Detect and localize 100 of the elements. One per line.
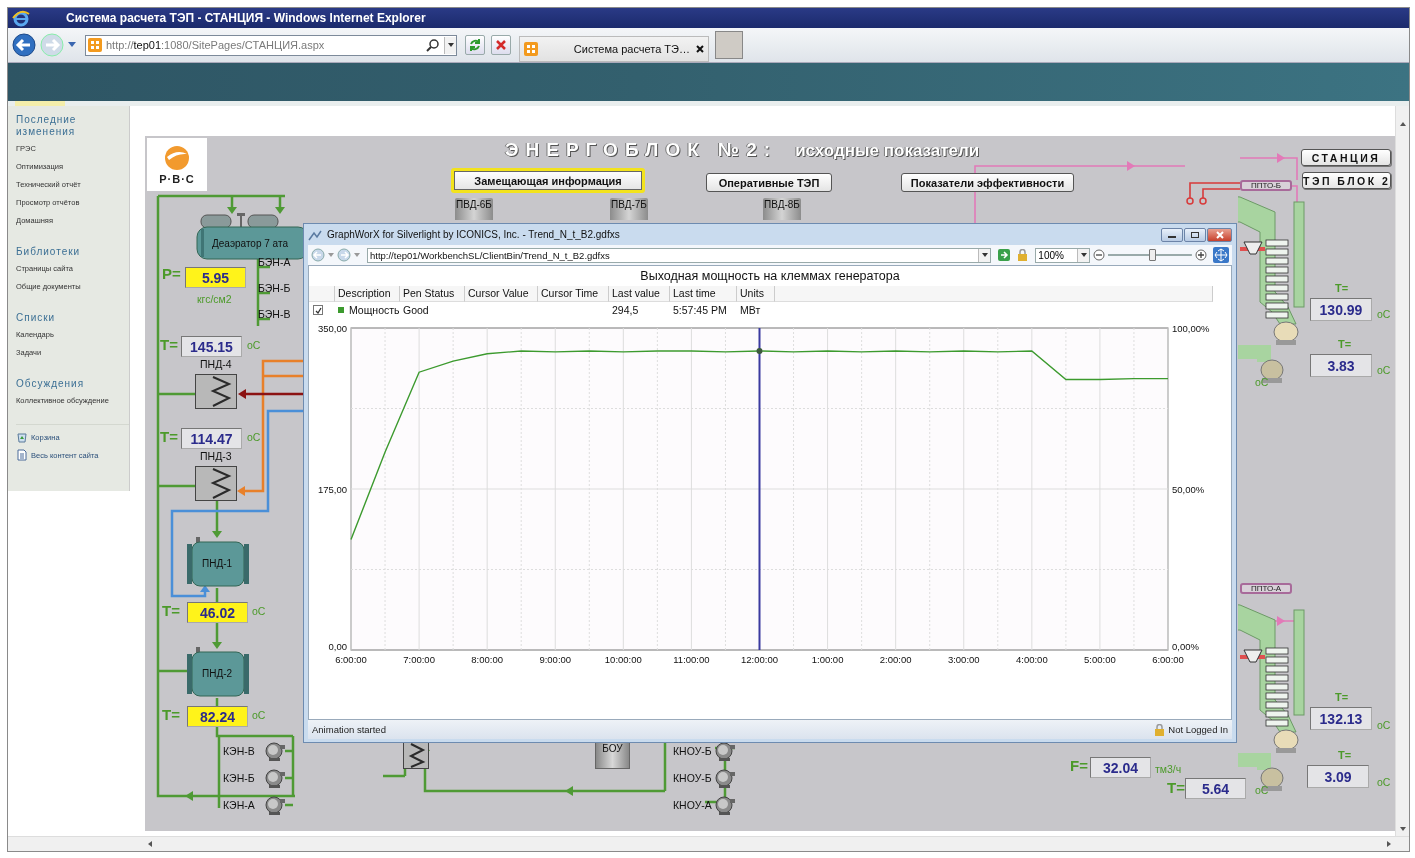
flow-arrow-icon — [212, 531, 222, 538]
zoom-out-icon[interactable] — [1093, 249, 1106, 261]
value-display: 3.83 — [1310, 354, 1372, 377]
go-icon[interactable] — [998, 249, 1011, 261]
nav-button[interactable]: Показатели эффективности — [901, 173, 1074, 192]
scroll-down-icon[interactable] — [1398, 825, 1407, 833]
close-icon[interactable] — [696, 45, 704, 53]
column-header[interactable]: Last time — [670, 286, 737, 302]
close-button[interactable] — [1207, 227, 1232, 242]
column-header[interactable]: Description — [335, 286, 400, 302]
table-cell-text: Мощность — [349, 303, 400, 318]
refresh-icon — [468, 38, 482, 52]
nav-button[interactable]: ТЭП БЛОК 2 — [1302, 172, 1391, 189]
axis-tick-label: 3:00:00 — [947, 654, 980, 665]
slider-thumb[interactable] — [1148, 249, 1156, 261]
axis-tick-label: 5:00:00 — [1084, 654, 1116, 665]
lock-icon — [1154, 723, 1166, 736]
unit-label: оС — [252, 709, 266, 721]
unit-label: оС — [1377, 776, 1391, 788]
maximize-icon — [1190, 230, 1200, 239]
checkbox[interactable] — [313, 305, 323, 315]
dropdown-button[interactable] — [1077, 248, 1090, 262]
zoom-in-icon[interactable] — [1195, 249, 1207, 261]
equipment-label: ПНД-3 — [200, 450, 232, 462]
recycle-bin-icon — [16, 431, 28, 443]
column-header[interactable]: Pen Status — [400, 286, 465, 302]
axis-tick-label: 12:00:00 — [741, 654, 778, 665]
section-heading: Библиотеки — [16, 246, 82, 258]
tab-highlight — [15, 101, 65, 106]
nav-button[interactable]: Замещающая информация — [451, 168, 645, 193]
browser-tab[interactable]: Система расчета ТЭ… — [519, 36, 709, 62]
dropdown-caret-icon[interactable] — [67, 41, 77, 49]
value-display: 130.99 — [1310, 298, 1372, 321]
minimize-button[interactable] — [1161, 227, 1183, 242]
axis-tick-label: 7:00:00 — [403, 654, 435, 665]
equipment-label: ПНД-4 — [200, 358, 232, 370]
flow-arrow-icon — [1277, 616, 1285, 626]
equipment-label: КНОУ-А — [673, 799, 712, 811]
heat-exchanger-icon — [403, 742, 429, 769]
vessel-label: ПВД-6Б — [455, 198, 493, 220]
column-header[interactable]: Last value — [609, 286, 670, 302]
nav-button[interactable]: Оперативные ТЭП — [706, 173, 832, 192]
refresh-button[interactable] — [465, 35, 485, 55]
axis-tick-label: 6:00:00 — [1152, 654, 1184, 665]
zoom-field[interactable]: 100% — [1035, 247, 1091, 263]
maximize-button[interactable] — [1184, 227, 1206, 242]
vertical-scrollbar[interactable] — [1395, 106, 1409, 836]
zoom-value: 100% — [1037, 249, 1065, 261]
equipment-label: ПНД-1 — [202, 558, 233, 569]
address-text: http://tep01/WorkbenchSL/ClientBin/Trend_N_t_B2.gdfxs — [369, 249, 611, 261]
scroll-up-icon[interactable] — [1398, 120, 1407, 128]
nav-button[interactable]: СТАНЦИЯ — [1301, 149, 1391, 166]
cursor-line[interactable] — [756, 327, 763, 651]
address-field[interactable]: http://tep01/WorkbenchSL/ClientBin/Trend_N_t_B2.gdfxs — [367, 247, 992, 263]
document-icon — [16, 449, 28, 461]
dropdown-button[interactable] — [444, 36, 456, 54]
reading-label: T= — [1335, 282, 1349, 294]
heater-drawing — [187, 536, 249, 590]
caret-icon — [446, 41, 455, 49]
logo-emblem-icon — [164, 144, 190, 171]
window-title: GraphWorX for Silverlight by ICONICS, Inc. - Trend_N_t_B2.gdfxs — [327, 229, 621, 240]
dropdown-button[interactable] — [978, 248, 991, 262]
column-header[interactable]: Units — [737, 286, 775, 302]
horizontal-scrollbar[interactable] — [8, 836, 1409, 851]
scroll-left-icon[interactable] — [146, 840, 154, 848]
unit-label: оС — [252, 605, 266, 617]
section-heading: Списки — [16, 312, 57, 324]
pump-icon — [265, 742, 285, 761]
app-icon — [308, 228, 322, 241]
table-cell-text: Good — [402, 303, 430, 318]
scroll-right-icon[interactable] — [1385, 840, 1393, 848]
reading-label: T= — [162, 706, 180, 723]
value-display: 3.09 — [1307, 765, 1369, 788]
reading-label: T= — [160, 428, 178, 445]
axis-tick-label: 50,00% — [1172, 484, 1205, 495]
reading-label: P= — [162, 265, 181, 282]
equipment-label: КНОУ-Б — [673, 745, 712, 757]
axis-tick-label: 350,00 — [317, 323, 347, 334]
window-title: Система расчета ТЭП - СТАНЦИЯ - Windows Internet Explorer — [66, 11, 426, 25]
value-display: 5.95 — [185, 267, 246, 288]
equipment-label: КЭН-Б — [223, 772, 255, 784]
unit-label: оС — [1377, 719, 1391, 731]
axis-tick-label: 11:00:00 — [673, 654, 710, 665]
equipment-label: БЭН-В — [258, 308, 291, 320]
search-icon[interactable] — [426, 38, 440, 52]
column-header[interactable]: Cursor Value — [465, 286, 538, 302]
axis-tick-label: 100,00% — [1172, 323, 1210, 334]
lock-icon — [1017, 249, 1029, 261]
unit-label: оС — [1255, 784, 1269, 796]
back-button[interactable] — [11, 32, 37, 58]
fit-screen-icon[interactable] — [1213, 247, 1229, 263]
reading-label: T= — [1335, 691, 1349, 703]
stop-button[interactable] — [491, 35, 511, 55]
address-text: http://tep01:1080/SitePages/СТАНЦИЯ.aspx — [106, 39, 326, 51]
axis-tick-label: 4:00:00 — [1016, 654, 1048, 665]
stop-icon — [495, 39, 507, 51]
address-field[interactable]: http://tep01:1080/SitePages/СТАНЦИЯ.aspx — [85, 34, 457, 56]
equipment-label: Деаэратор 7 ата — [212, 238, 288, 249]
column-header[interactable]: Cursor Time — [538, 286, 609, 302]
heater-tag: ППТО-А — [1240, 583, 1292, 594]
